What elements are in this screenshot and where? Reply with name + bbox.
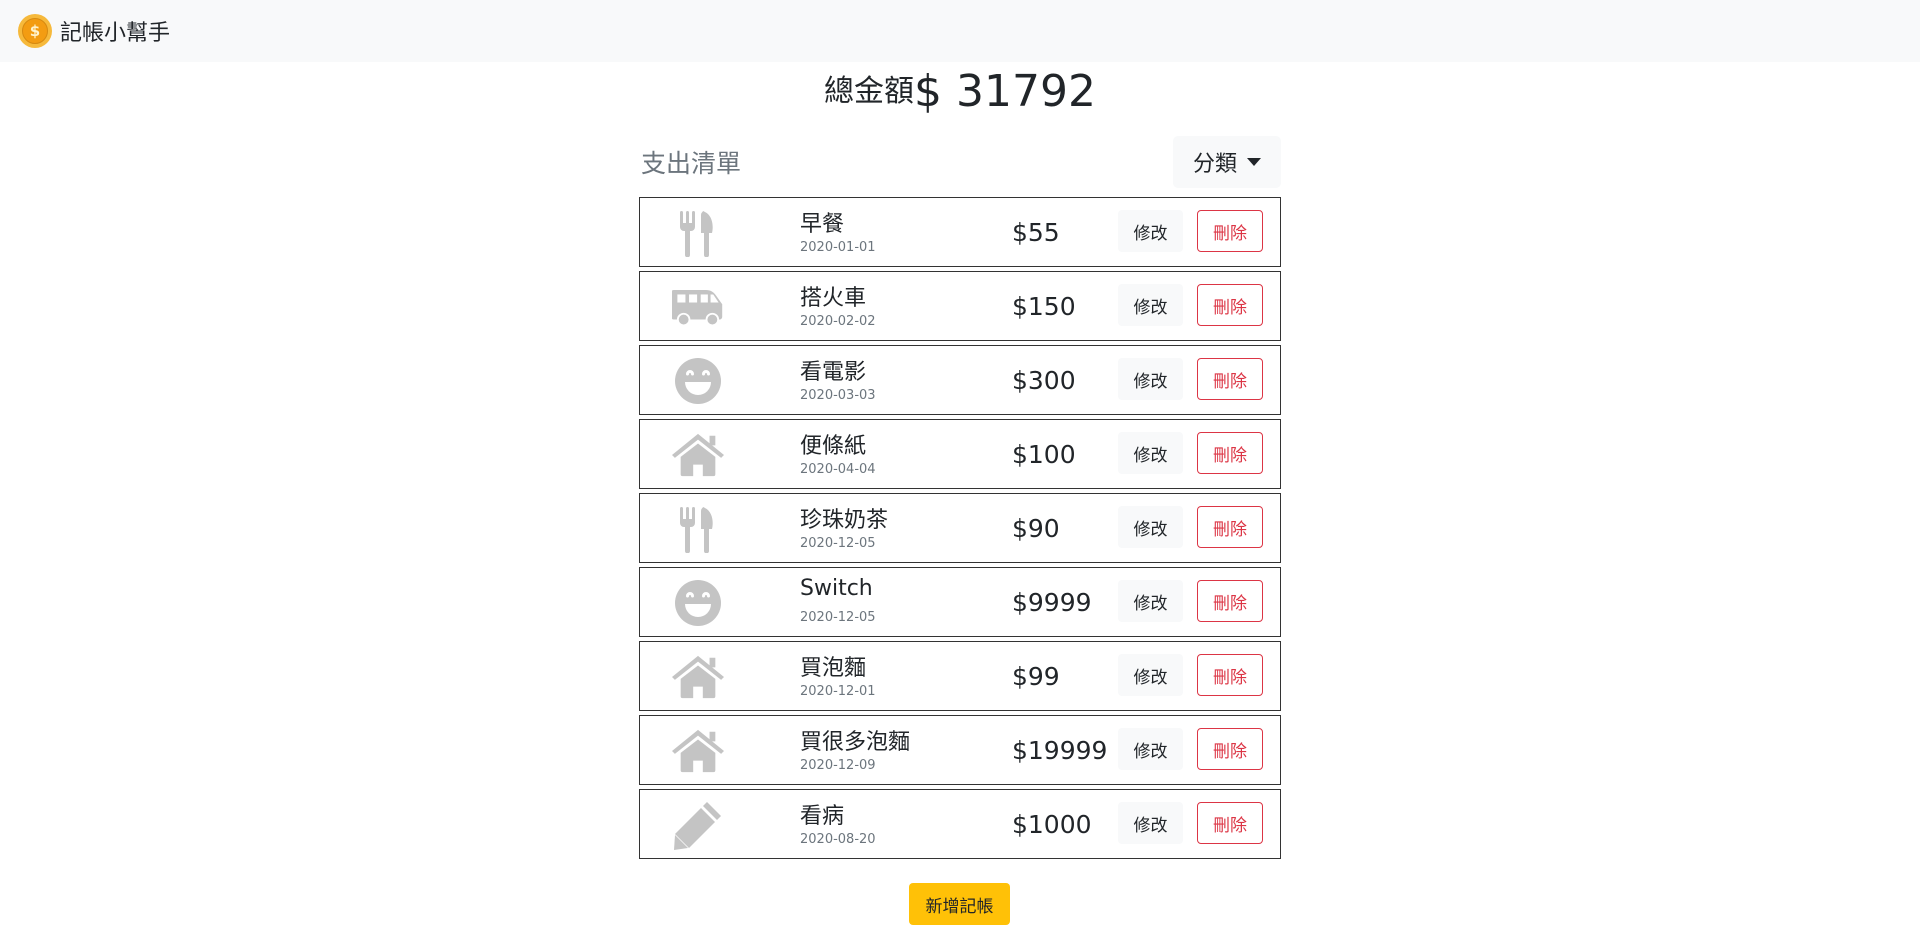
pencil-icon: [672, 799, 724, 851]
total-label: 總金額: [824, 74, 915, 109]
category-dropdown-button[interactable]: 分類: [1173, 136, 1281, 188]
brand-link[interactable]: $ 記帳小幫手: [18, 14, 170, 48]
delete-button[interactable]: 刪除: [1197, 728, 1263, 770]
record-name: Switch: [800, 576, 873, 601]
record-date: 2020-08-20: [800, 832, 876, 847]
record-name: 看電影: [800, 360, 867, 385]
edit-button[interactable]: 修改: [1118, 802, 1183, 844]
edit-button[interactable]: 修改: [1118, 654, 1183, 696]
edit-button[interactable]: 修改: [1118, 506, 1183, 548]
record-amount: $90: [1012, 514, 1060, 543]
record-date: 2020-12-05: [800, 536, 876, 551]
record-row: 買泡麵 2020-12-01 $99 修改 刪除: [639, 641, 1281, 711]
records-list: 早餐 2020-01-01 $55 修改 刪除 搭火車 2020-02-02 $150 修改 刪除…: [639, 197, 1281, 863]
coin-icon: $: [18, 14, 52, 48]
list-header: 支出清單 分類: [639, 135, 1281, 189]
record-date: 2020-03-03: [800, 388, 876, 403]
record-name: 買很多泡麵: [800, 730, 911, 755]
record-row: 便條紙 2020-04-04 $100 修改 刪除: [639, 419, 1281, 489]
record-amount: $150: [1012, 292, 1076, 321]
delete-button[interactable]: 刪除: [1197, 284, 1263, 326]
record-name: 便條紙: [800, 434, 867, 459]
record-amount: $100: [1012, 440, 1076, 469]
record-row: 搭火車 2020-02-02 $150 修改 刪除: [639, 271, 1281, 341]
coin-symbol: $: [22, 18, 48, 44]
total-amount-section: 總金額 $ 31792: [0, 62, 1920, 117]
home-icon: [672, 429, 724, 481]
delete-button[interactable]: 刪除: [1197, 802, 1263, 844]
record-row: 看電影 2020-03-03 $300 修改 刪除: [639, 345, 1281, 415]
delete-button[interactable]: 刪除: [1197, 580, 1263, 622]
category-button-label: 分類: [1192, 152, 1237, 177]
edit-button[interactable]: 修改: [1118, 358, 1183, 400]
record-date: 2020-12-01: [800, 684, 876, 699]
record-date: 2020-12-05: [800, 610, 876, 625]
utensils-icon: [672, 207, 724, 259]
home-icon: [672, 725, 724, 777]
caret-down-icon: [1247, 158, 1261, 166]
home-icon: [672, 651, 724, 703]
record-date: 2020-02-02: [800, 314, 876, 329]
delete-button[interactable]: 刪除: [1197, 210, 1263, 252]
smile-icon: [672, 355, 724, 407]
record-name: 早餐: [800, 212, 845, 237]
list-title: 支出清單: [641, 149, 742, 178]
utensils-icon: [672, 503, 724, 555]
record-row: 早餐 2020-01-01 $55 修改 刪除: [639, 197, 1281, 267]
record-row: Switch 2020-12-05 $9999 修改 刪除: [639, 567, 1281, 637]
delete-button[interactable]: 刪除: [1197, 654, 1263, 696]
total-amount: $ 31792: [914, 66, 1096, 117]
record-row: 珍珠奶茶 2020-12-05 $90 修改 刪除: [639, 493, 1281, 563]
delete-button[interactable]: 刪除: [1197, 358, 1263, 400]
app-title: 記帳小幫手: [60, 21, 171, 46]
van-icon: [672, 281, 724, 333]
edit-button[interactable]: 修改: [1118, 728, 1183, 770]
smile-icon: [672, 577, 724, 629]
record-name: 搭火車: [800, 286, 867, 311]
edit-button[interactable]: 修改: [1118, 210, 1183, 252]
record-date: 2020-12-09: [800, 758, 876, 773]
record-amount: $9999: [1012, 588, 1092, 617]
record-amount: $300: [1012, 366, 1076, 395]
delete-button[interactable]: 刪除: [1197, 432, 1263, 474]
record-name: 買泡麵: [800, 656, 867, 681]
record-date: 2020-04-04: [800, 462, 876, 477]
record-amount: $99: [1012, 662, 1060, 691]
record-date: 2020-01-01: [800, 240, 876, 255]
record-name: 珍珠奶茶: [800, 508, 889, 533]
record-name: 看病: [800, 804, 845, 829]
delete-button[interactable]: 刪除: [1197, 506, 1263, 548]
add-record-button[interactable]: 新增記帳: [909, 883, 1010, 925]
record-amount: $1000: [1012, 810, 1092, 839]
record-row: 買很多泡麵 2020-12-09 $19999 修改 刪除: [639, 715, 1281, 785]
record-amount: $55: [1012, 218, 1060, 247]
record-amount: $19999: [1012, 736, 1108, 765]
edit-button[interactable]: 修改: [1118, 284, 1183, 326]
edit-button[interactable]: 修改: [1118, 432, 1183, 474]
edit-button[interactable]: 修改: [1118, 580, 1183, 622]
record-row: 看病 2020-08-20 $1000 修改 刪除: [639, 789, 1281, 859]
navbar: $ 記帳小幫手: [0, 0, 1920, 62]
